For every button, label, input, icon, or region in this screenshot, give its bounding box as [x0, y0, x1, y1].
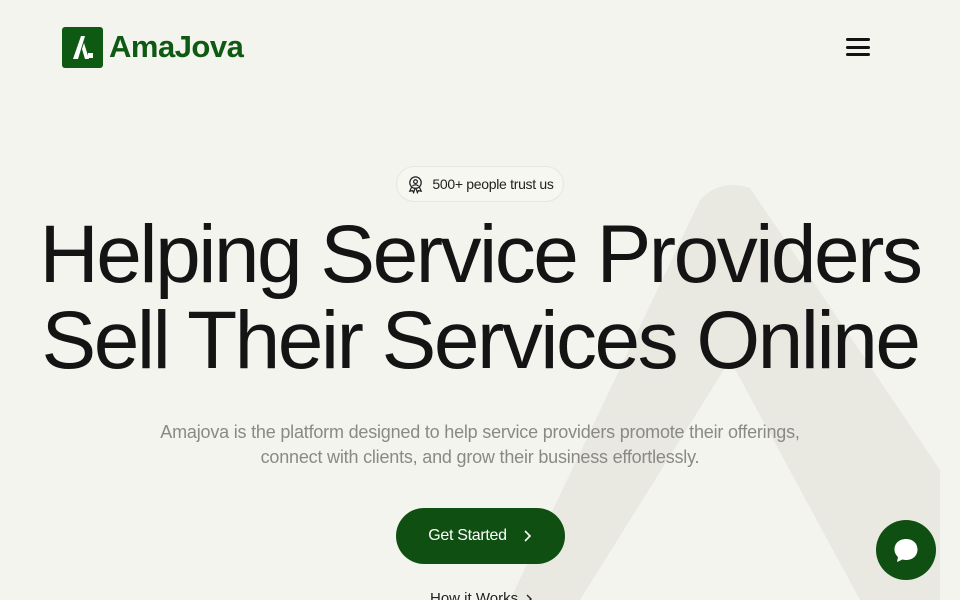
- chat-bubble-icon: [894, 539, 918, 562]
- get-started-label: Get Started: [428, 527, 507, 544]
- hero-subtitle: Amajova is the platform designed to help…: [130, 420, 830, 470]
- get-started-button[interactable]: Get Started: [396, 508, 565, 564]
- chat-widget-button[interactable]: [876, 520, 936, 580]
- hamburger-menu-icon[interactable]: [844, 36, 872, 58]
- chevron-right-small-icon: [526, 594, 533, 600]
- hero-subtitle-line-1: Amajova is the platform designed to help…: [160, 422, 800, 442]
- trust-badge-text: 500+ people trust us: [432, 176, 554, 192]
- trust-badge: 500+ people trust us: [396, 166, 564, 202]
- hero-title-line-2: Sell Their Services Online: [41, 295, 921, 386]
- brand-logo[interactable]: AmaJova: [62, 26, 244, 68]
- site-header: AmaJova: [62, 26, 872, 68]
- hero-title: Helping Service Providers Sell Their Ser…: [0, 212, 960, 384]
- badge-person-icon: [409, 175, 423, 194]
- chevron-right-icon: [524, 530, 531, 542]
- hero-title-line-1: Helping Service Providers: [39, 209, 923, 300]
- how-it-works-link[interactable]: How it Works: [430, 590, 534, 600]
- hero-subtitle-line-2: connect with clients, and grow their bus…: [260, 447, 700, 467]
- brand-name: AmaJova: [109, 29, 244, 64]
- how-it-works-label: How it Works: [430, 590, 519, 600]
- logo-mark-icon: [62, 26, 103, 68]
